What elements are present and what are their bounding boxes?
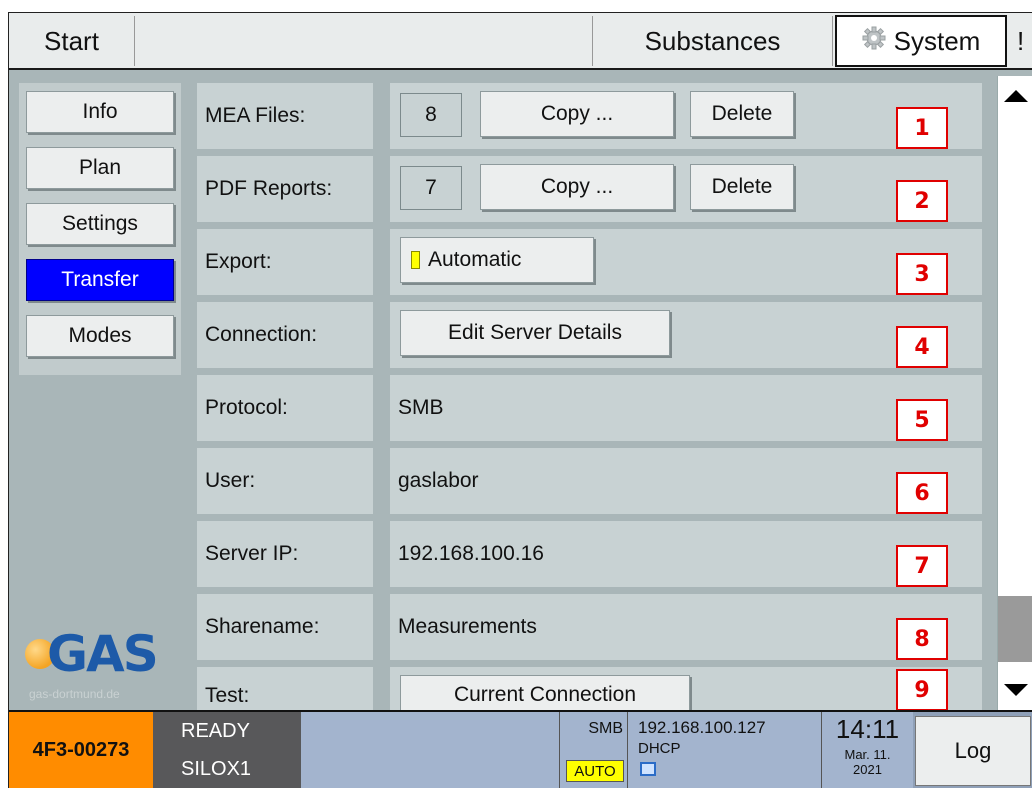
sidebar-item-settings[interactable]: Settings <box>26 203 174 245</box>
marker-1: 1 <box>896 107 948 149</box>
test-row: Current Connection <box>390 667 982 715</box>
pdf-reports-row: 7 Copy ... Delete <box>390 156 982 222</box>
sidebar-item-info[interactable]: Info <box>26 91 174 133</box>
overflow-tab[interactable]: ! <box>1009 16 1032 66</box>
gas-logo: GAS <box>23 625 183 689</box>
scrollbar[interactable] <box>997 76 1032 710</box>
clock-date: Mar. 11. <box>844 747 891 762</box>
status-bar: 4F3-00273 READY SILOX1 SMB AUTO 192.168.… <box>9 710 1032 788</box>
top-navigation-bar: Start Substances System ! <box>9 13 1032 70</box>
sidebar-item-plan[interactable]: Plan <box>26 147 174 189</box>
clock-time: 14:11 <box>835 714 900 744</box>
marker-5: 5 <box>896 399 948 441</box>
mea-files-count: 8 <box>400 93 462 137</box>
connection-label: Connection: <box>197 302 373 368</box>
triangle-up-icon[interactable] <box>1004 90 1028 102</box>
device-id-badge: 4F3-00273 <box>9 712 153 788</box>
clock-year: 2021 <box>853 762 882 777</box>
sharename-value: Measurements <box>390 594 982 660</box>
mea-copy-button[interactable]: Copy ... <box>480 91 674 137</box>
export-label: Export: <box>197 229 373 295</box>
mea-files-row: 8 Copy ... Delete <box>390 83 982 149</box>
server-ip-value: 192.168.100.16 <box>390 521 982 587</box>
gear-icon <box>862 26 886 57</box>
state-ready: READY <box>181 719 250 742</box>
server-ip-label: Server IP: <box>197 521 373 587</box>
start-tab[interactable]: Start <box>9 16 135 66</box>
pdf-reports-label: PDF Reports: <box>197 156 373 222</box>
marker-7: 7 <box>896 545 948 587</box>
connection-row: Edit Server Details <box>390 302 982 368</box>
network-status: 192.168.100.127 DHCP <box>627 712 821 788</box>
empty-tab-area <box>135 16 593 66</box>
toggle-indicator-icon <box>411 251 420 269</box>
system-tab[interactable]: System <box>835 15 1007 67</box>
auto-badge: AUTO <box>566 760 624 782</box>
marker-3: 3 <box>896 253 948 295</box>
app-screen: Start Substances System ! Info Plan Sett… <box>8 12 1032 788</box>
automatic-toggle-label: Automatic <box>428 248 522 271</box>
network-ip: 192.168.100.127 <box>638 718 766 737</box>
network-dhcp: DHCP <box>638 740 681 757</box>
export-row: Automatic <box>390 229 982 295</box>
marker-9: 9 <box>896 669 948 711</box>
logo-website: gas-dortmund.de <box>29 687 120 701</box>
protocol-status-label: SMB <box>588 720 623 737</box>
sidebar: Info Plan Settings Transfer Modes <box>19 83 181 375</box>
pdf-reports-count: 7 <box>400 166 462 210</box>
sharename-label: Sharename: <box>197 594 373 660</box>
log-button[interactable]: Log <box>915 716 1031 786</box>
system-tab-label: System <box>893 25 981 56</box>
device-state: READY SILOX1 <box>153 712 301 788</box>
mea-files-label: MEA Files: <box>197 83 373 149</box>
mea-delete-button[interactable]: Delete <box>690 91 794 137</box>
sidebar-item-transfer[interactable]: Transfer <box>26 259 174 301</box>
protocol-value: SMB <box>390 375 982 441</box>
sidebar-item-modes[interactable]: Modes <box>26 315 174 357</box>
marker-8: 8 <box>896 618 948 660</box>
protocol-label: Protocol: <box>197 375 373 441</box>
network-icon <box>640 762 656 776</box>
status-spacer <box>301 712 559 788</box>
automatic-toggle[interactable]: Automatic <box>400 237 594 283</box>
scroll-thumb[interactable] <box>998 596 1032 662</box>
marker-6: 6 <box>896 472 948 514</box>
user-label: User: <box>197 448 373 514</box>
test-label: Test: <box>197 667 373 710</box>
edit-server-details-button[interactable]: Edit Server Details <box>400 310 670 356</box>
pdf-copy-button[interactable]: Copy ... <box>480 164 674 210</box>
marker-2: 2 <box>896 180 948 222</box>
substances-tab[interactable]: Substances <box>593 16 833 66</box>
marker-4: 4 <box>896 326 948 368</box>
user-value: gaslabor <box>390 448 982 514</box>
state-method: SILOX1 <box>181 757 252 780</box>
triangle-down-icon[interactable] <box>1004 684 1028 696</box>
current-connection-button[interactable]: Current Connection <box>400 675 690 715</box>
clock: 14:11 Mar. 11. 2021 <box>821 712 913 788</box>
protocol-status: SMB AUTO <box>559 712 627 788</box>
pdf-delete-button[interactable]: Delete <box>690 164 794 210</box>
logo-text: GAS <box>47 625 159 683</box>
